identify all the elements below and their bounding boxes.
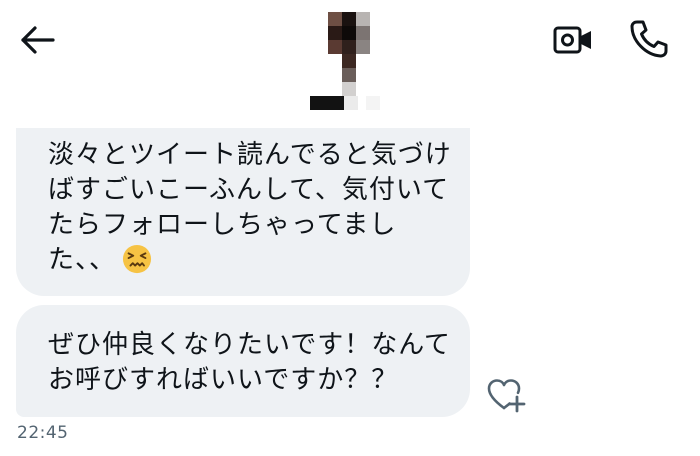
message-line: ぜひ仲良くなりたいです！なんて [48,330,451,360]
message-timestamp: 22:45 [17,423,69,443]
conversation-header [0,0,700,128]
video-call-button[interactable] [552,20,594,60]
phone-icon [630,20,668,58]
heart-plus-icon [487,379,526,413]
dm-conversation-screen: 淡々とツイート読んでると気づけ ばすごいこーふんして、気付いて たらフォローしち… [0,0,700,456]
add-reaction-button[interactable] [484,375,530,415]
video-camera-icon [553,26,591,54]
back-button[interactable] [18,22,58,58]
message-bubble[interactable]: 淡々とツイート読んでると気づけ ばすごいこーふんして、気付いて たらフォローしち… [16,110,470,296]
message-line-text: た、、 [48,245,117,275]
message-line: お呼びすればいいですか？？ [48,365,399,395]
message-line: たらフォローしちゃってまし [48,210,397,240]
message-line: 淡々とツイート読んでると気づけ [48,140,452,170]
message-bubble[interactable]: ぜひ仲良くなりたいです！なんて お呼びすればいいですか？？ [16,305,470,417]
message-line: た、、 [48,243,450,278]
message-line: ばすごいこーふんして、気付いて [48,175,450,205]
avatar[interactable] [300,8,388,118]
confounded-face-emoji-icon [122,244,152,274]
voice-call-button[interactable] [626,17,670,61]
back-arrow-icon [21,26,55,54]
